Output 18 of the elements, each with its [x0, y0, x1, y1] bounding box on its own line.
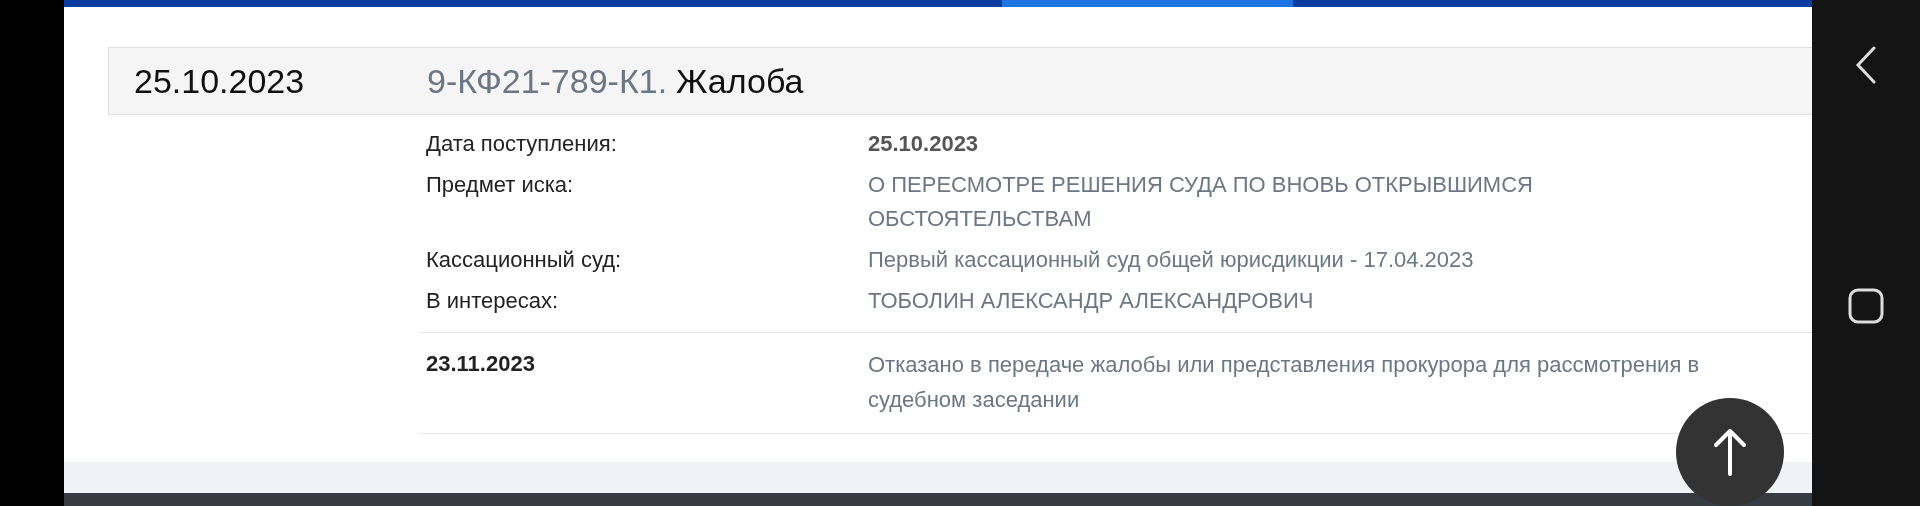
case-type: Жалоба: [676, 61, 804, 101]
arrow-up-icon: [1713, 427, 1747, 477]
detail-label: Предмет иска:: [426, 171, 575, 199]
detail-value: 25.10.2023: [868, 130, 980, 158]
detail-label: В интересах:: [426, 287, 560, 315]
event-date: 23.11.2023: [426, 350, 536, 378]
back-button[interactable]: [1855, 46, 1877, 84]
home-button[interactable]: [1848, 288, 1884, 324]
case-number: 9-КФ21-789-К1.: [427, 61, 668, 101]
detail-value: О ПЕРЕСМОТРЕ РЕШЕНИЯ СУДА ПО ВНОВЬ ОТКРЫВШИМСЯ ОБСТОЯТЕЛЬСТВАМ: [868, 171, 1534, 233]
back-icon: [1855, 46, 1877, 84]
square-icon: [1848, 288, 1884, 324]
detail-value: Первый кассационный суд общей юрисдикции - 17.04.2023: [868, 246, 1475, 274]
event-description: Отказано в передаче жалобы или представления прокурора для рассмотрения в судебном заседании: [868, 351, 1701, 414]
detail-label: Дата поступления:: [426, 130, 618, 158]
detail-value: ТОБОЛИН АЛЕКСАНДР АЛЕКСАНДРОВИЧ: [868, 287, 1315, 315]
case-date: 25.10.2023: [133, 61, 306, 101]
detail-label: Кассационный суд:: [426, 246, 623, 274]
